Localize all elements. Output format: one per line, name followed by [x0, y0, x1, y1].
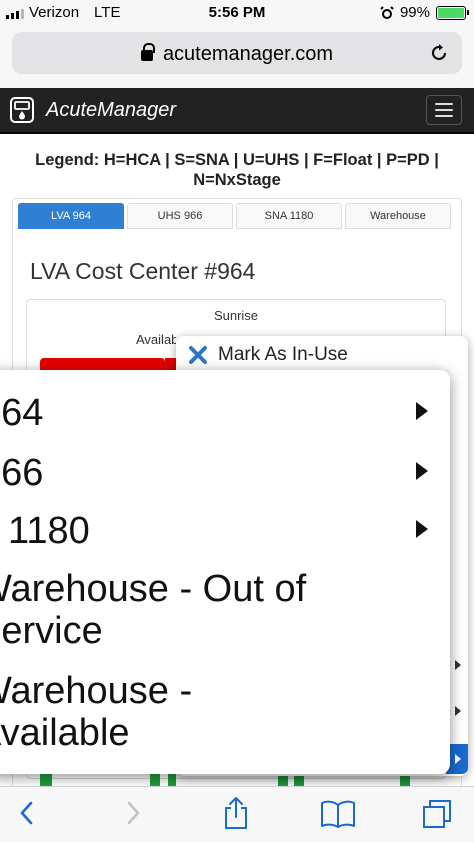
tab-lva-964[interactable]: LVA 964: [18, 203, 124, 229]
battery-fill: [438, 7, 464, 18]
submenu-item-label-line1: Warehouse -: [0, 670, 193, 712]
address-bar[interactable]: acutemanager.com: [12, 32, 462, 74]
chevron-right-icon: [455, 754, 461, 764]
back-icon[interactable]: [16, 799, 38, 827]
brand-name: AcuteManager: [46, 98, 177, 121]
battery-icon: [436, 5, 469, 20]
chevron-right-icon: [416, 462, 428, 480]
lock-icon: [140, 43, 155, 61]
chevron-right-icon: [455, 706, 461, 716]
mark-in-use-item[interactable]: Mark As In-Use: [188, 344, 348, 366]
submenu-item-warehouse-available[interactable]: Warehouse - Available: [0, 668, 438, 756]
submenu-item-label: 964: [0, 392, 44, 434]
battery-percent: 99%: [399, 4, 430, 21]
tabs-icon[interactable]: [420, 797, 456, 831]
url-text: acutemanager.com: [162, 43, 334, 65]
submenu-item-1180[interactable]: 1180: [8, 508, 450, 554]
mark-in-use-label: Mark As In-Use: [218, 344, 348, 365]
menu-icon[interactable]: [426, 95, 462, 125]
chevron-right-icon: [416, 402, 428, 420]
close-x-icon: [189, 346, 207, 364]
submenu-item-warehouse-out-of-service[interactable]: Warehouse - Out of Service: [0, 566, 438, 654]
status-right: 99%: [380, 4, 469, 21]
browser-chrome: acutemanager.com: [0, 28, 474, 88]
submenu-item-label: 1180: [8, 510, 90, 552]
submenu-item-964[interactable]: 964: [0, 390, 442, 436]
chevron-right-icon: [416, 520, 428, 538]
url-display[interactable]: acutemanager.com: [12, 43, 462, 66]
app-navbar: AcuteManager: [0, 88, 474, 134]
submenu-item-966[interactable]: 966: [0, 450, 442, 496]
tab-list: LVA 964 UHS 966 SNA 1180 Warehouse: [18, 203, 451, 229]
tab-uhs-966[interactable]: UHS 966: [127, 203, 233, 229]
submenu-item-label-line2: Available: [0, 712, 130, 754]
card-title: Sunrise: [213, 308, 259, 323]
tab-warehouse[interactable]: Warehouse: [345, 203, 451, 229]
share-icon[interactable]: [222, 795, 250, 831]
legend-line-2: N=NxStage: [193, 171, 281, 189]
reload-icon[interactable]: [428, 42, 450, 64]
page-title: LVA Cost Center #964: [30, 258, 256, 284]
bookmarks-icon[interactable]: [320, 799, 356, 829]
status-bar: Verizon LTE 5:56 PM 99%: [0, 0, 474, 28]
card-availability: Availab: [136, 332, 176, 347]
alarm-icon: [380, 5, 394, 19]
tab-sna-1180[interactable]: SNA 1180: [236, 203, 342, 229]
move-to-submenu: 964 966 1180 Warehouse - Out of Service …: [0, 370, 450, 774]
forward-icon[interactable]: [122, 799, 144, 827]
chevron-right-icon: [455, 660, 461, 670]
legend: Legend: H=HCA | S=SNA | U=UHS | F=Float …: [0, 150, 474, 190]
submenu-item-label-line1: Warehouse - Out of: [0, 568, 307, 610]
legend-line-1: Legend: H=HCA | S=SNA | U=UHS | F=Float …: [35, 151, 439, 169]
submenu-item-label: 966: [0, 452, 44, 494]
submenu-item-label-line2: Service: [0, 610, 103, 652]
logo-icon: [10, 97, 34, 123]
brand[interactable]: AcuteManager: [8, 96, 176, 124]
browser-toolbar: [0, 786, 474, 842]
